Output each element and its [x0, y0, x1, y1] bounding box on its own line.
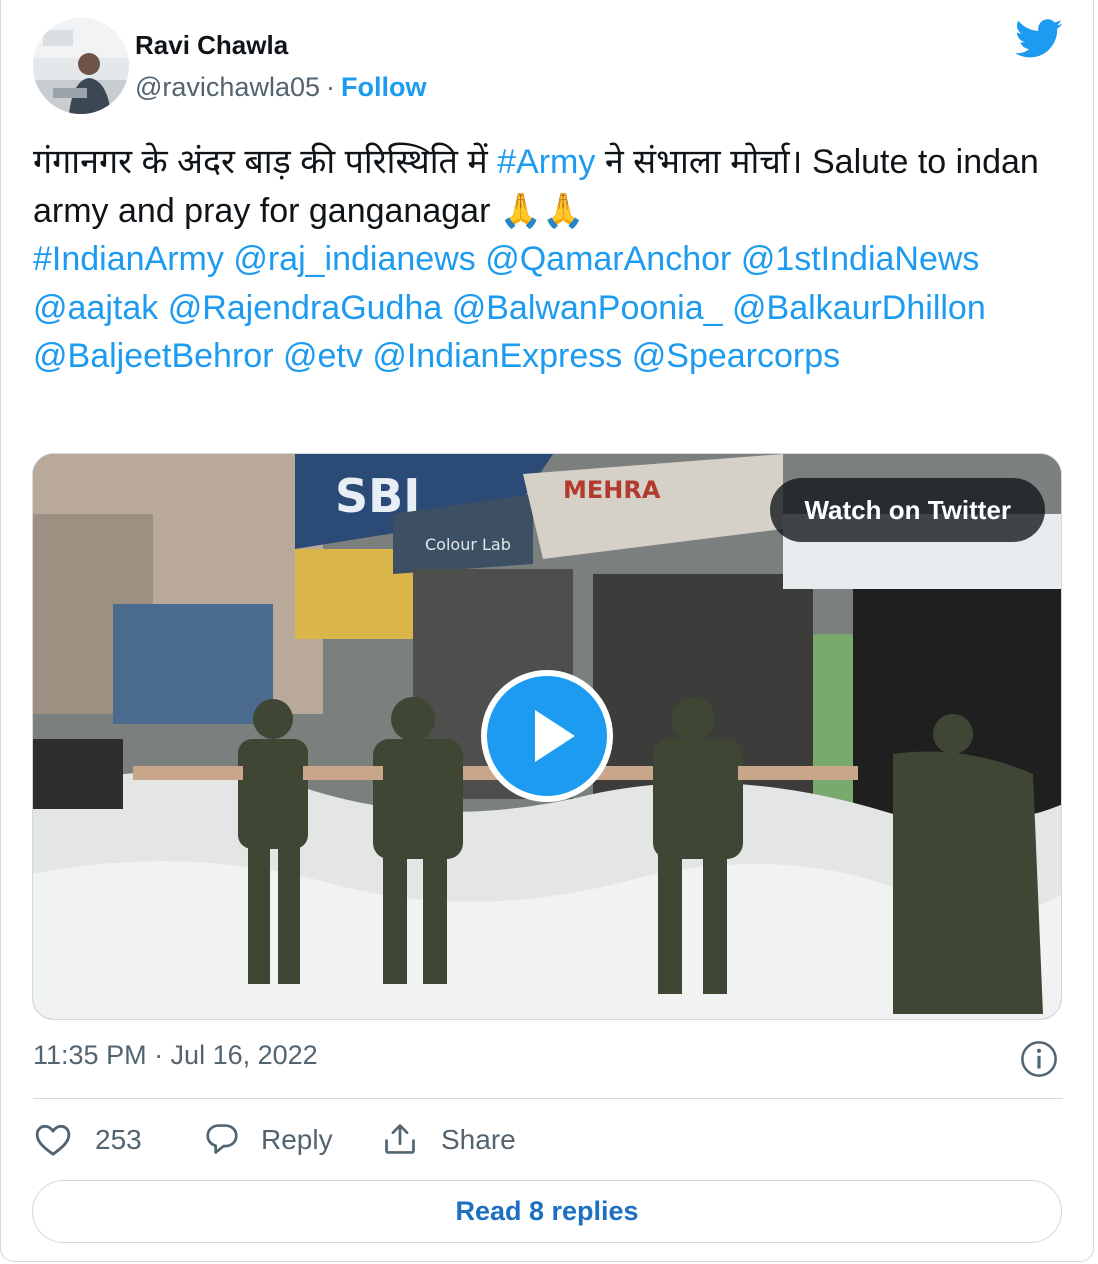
share-icon: [385, 1124, 415, 1154]
watch-on-twitter-button[interactable]: Watch on Twitter: [770, 478, 1045, 542]
tweet-text-fragment: गंगानगर के अंदर बाड़ की परिस्थिति में: [33, 143, 498, 181]
share-button[interactable]: Share: [381, 1118, 551, 1162]
separator-dot: ·: [326, 72, 335, 102]
avatar[interactable]: [33, 18, 129, 114]
heart-icon: [35, 1124, 71, 1156]
mention-link[interactable]: @BalwanPoonia_: [452, 289, 723, 327]
hashtag-link[interactable]: #Army: [497, 143, 595, 181]
play-icon: [535, 710, 575, 762]
tweet-text-fragment: [979, 240, 988, 278]
twitter-bird-icon[interactable]: [1015, 18, 1063, 60]
sign-mehra: MEHRA: [563, 476, 661, 504]
tweet-text-fragment: [476, 240, 485, 278]
user-handle[interactable]: @ravichawla05: [135, 72, 320, 102]
tweet-text-fragment: [986, 289, 995, 327]
sign-colour-lab: Colour Lab: [425, 535, 511, 554]
tweet-text-fragment: [363, 337, 372, 375]
reply-button[interactable]: Reply: [203, 1118, 373, 1162]
tweet-timestamp[interactable]: 11:35 PM · Jul 16, 2022: [33, 1040, 318, 1071]
mention-link[interactable]: @raj_indianews: [233, 240, 475, 278]
tweet-text: गंगानगर के अंदर बाड़ की परिस्थिति में #A…: [33, 138, 1063, 381]
video-player[interactable]: SBI Colour Lab MEHRA Watch on Twitter: [32, 453, 1062, 1020]
tweet-text-fragment: [224, 240, 233, 278]
share-label: Share: [441, 1124, 516, 1155]
mention-link[interactable]: @QamarAnchor: [485, 240, 731, 278]
reply-label: Reply: [261, 1124, 333, 1155]
avatar-photo: [33, 18, 129, 114]
like-button[interactable]: 253: [33, 1118, 153, 1162]
divider: [33, 1098, 1063, 1099]
mention-link[interactable]: @etv: [283, 337, 363, 375]
mention-link[interactable]: @1stIndiaNews: [741, 240, 980, 278]
play-button[interactable]: [481, 670, 613, 802]
tweet-text-fragment: [622, 337, 631, 375]
display-name[interactable]: Ravi Chawla: [135, 30, 288, 61]
mention-link[interactable]: @RajendraGudha: [168, 289, 443, 327]
tweet-text-fragment: [731, 240, 740, 278]
handle-row: @ravichawla05 · Follow: [135, 72, 426, 103]
tweet-text-fragment: [274, 337, 283, 375]
read-replies-button[interactable]: Read 8 replies: [32, 1180, 1062, 1243]
mention-link[interactable]: @IndianExpress: [372, 337, 622, 375]
tweet-embed-card: Ravi Chawla @ravichawla05 · Follow गंगानगर…: [0, 0, 1094, 1262]
mention-link[interactable]: @Spearcorps: [632, 337, 840, 375]
mention-link[interactable]: @BalkaurDhillon: [732, 289, 986, 327]
mention-link[interactable]: @BaljeetBehror: [33, 337, 274, 375]
hashtag-link[interactable]: #IndianArmy: [33, 240, 224, 278]
mention-link[interactable]: @aajtak: [33, 289, 158, 327]
speech-bubble-icon: [206, 1124, 238, 1154]
tweet-text-fragment: [723, 289, 732, 327]
tweet-text-fragment: [442, 289, 451, 327]
info-icon[interactable]: [1020, 1040, 1058, 1078]
follow-button[interactable]: Follow: [341, 72, 426, 102]
like-count: 253: [95, 1124, 142, 1155]
tweet-text-fragment: [158, 289, 167, 327]
